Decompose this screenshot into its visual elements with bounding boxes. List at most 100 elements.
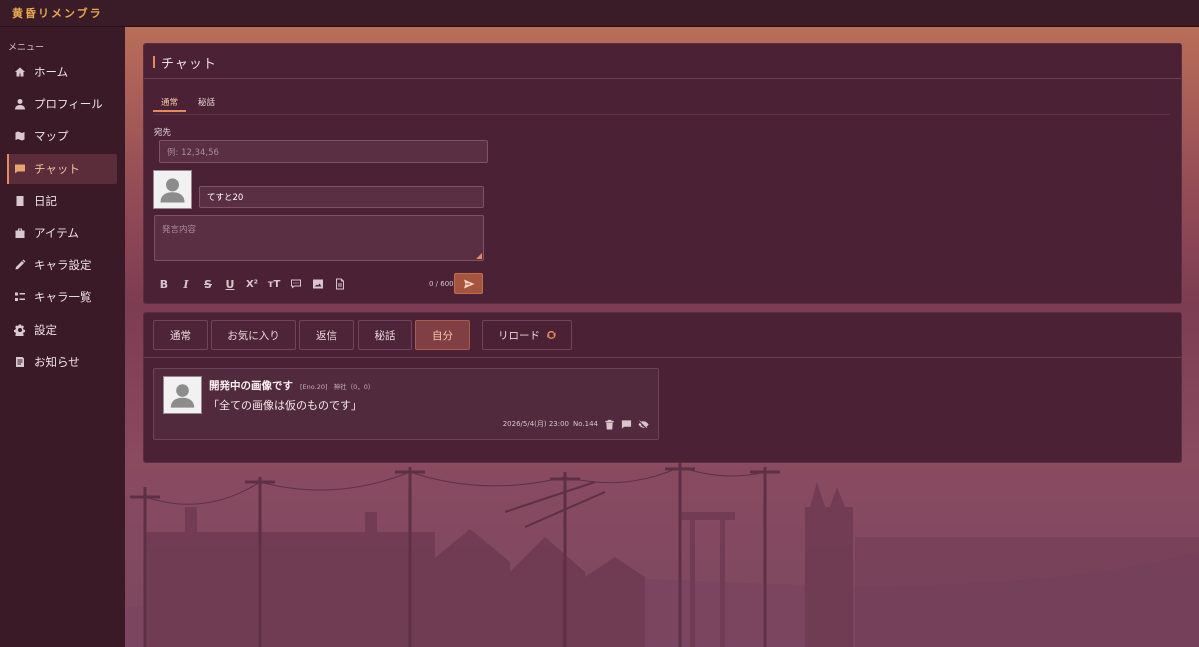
comment-icon [621,419,631,429]
message-avatar[interactable] [163,376,202,414]
message-footer: 2026/5/4(月) 23:00 No.144 [503,418,649,430]
site-logo[interactable]: 黄昏リメンブラ [12,5,103,21]
filter-secret[interactable]: 秘話 [358,320,412,350]
news-icon [13,355,27,369]
message-author[interactable]: 開発中の画像です [209,378,293,393]
home-icon [13,65,27,79]
image-button[interactable] [310,276,326,292]
sidebar-item-home[interactable]: ホーム [7,57,117,87]
chat-panel: チャット 通常 秘話 宛先 例: 12,34,56 てすと20 発言内容 B I… [143,43,1182,304]
sidebar-item-label: キャラ設定 [34,258,92,273]
message-text: 「全ての画像は仮のものです」 [208,399,362,412]
sidebar-item-label: 日記 [34,193,57,208]
reload-button[interactable]: リロード [482,320,572,350]
gear-icon [13,323,27,337]
filter-normal[interactable]: 通常 [153,320,208,350]
bag-icon [13,226,27,240]
filter-favorites[interactable]: お気に入り [211,320,296,350]
sidebar-item-diary[interactable]: 日記 [7,186,117,216]
italic-icon: I [183,277,189,291]
sidebar: メニュー ホーム プロフィール マップ チャット 日記 アイテム キャラ設定 キ… [0,27,125,647]
main-area: チャット 通常 秘話 宛先 例: 12,34,56 てすと20 発言内容 B I… [125,27,1199,647]
destination-placeholder: 例: 12,34,56 [167,147,219,158]
sidebar-item-label: キャラ一覧 [34,290,92,305]
refresh-icon [547,330,556,339]
underline-icon: U [225,277,235,291]
header-accent-bar [153,56,155,68]
eye-off-icon [637,419,649,428]
message-timestamp: 2026/5/4(月) 23:00 [502,420,570,428]
bold-icon: B [159,277,169,291]
destination-label: 宛先 [154,128,172,138]
text-size-button[interactable]: тT [266,276,282,292]
chat-mode-tabs: 通常 秘話 [152,93,1170,115]
message-eno[interactable]: [Eno.20] [300,383,328,391]
avatar-placeholder-icon [154,171,191,208]
sidebar-item-label: プロフィール [34,97,103,112]
name-input[interactable]: てすと20 [199,186,484,208]
chat-icon [13,162,27,176]
sidebar-item-character-settings[interactable]: キャラ設定 [7,250,117,280]
chat-log-panel: 通常 お気に入り 返信 秘話 自分 リロード 開発中の画像です [Eno.20]… [143,312,1182,463]
page-title: チャット [161,57,217,72]
reload-label: リロード [498,329,540,342]
bold-button[interactable]: B [156,276,172,292]
sidebar-item-label: マップ [34,129,69,144]
italic-button[interactable]: I [178,276,194,292]
tab-normal[interactable]: 通常 [152,96,187,112]
superscript-icon: X² [245,278,259,290]
speech-bubble-button[interactable] [288,276,304,292]
sidebar-item-settings[interactable]: 設定 [7,315,117,345]
sidebar-item-news[interactable]: お知らせ [7,347,117,377]
tab-secret[interactable]: 秘話 [198,96,215,108]
sidebar-item-label: お知らせ [34,354,80,369]
avatar-placeholder-icon [164,377,201,413]
top-bar: 黄昏リメンブラ [0,0,1199,27]
format-toolbar: B I S U X² тT [156,276,354,292]
user-icon [13,97,27,111]
send-button[interactable] [454,273,483,294]
map-icon [13,129,27,143]
sidebar-item-label: 設定 [34,322,57,337]
sidebar-item-label: チャット [34,161,80,176]
poster-avatar[interactable] [153,170,192,209]
speech-bubble-icon [291,279,301,289]
town-silhouette [125,462,1199,647]
superscript-button[interactable]: X² [244,276,260,292]
message-meta: [Eno.20] 神社（0，0） [300,381,374,391]
sidebar-item-items[interactable]: アイテム [7,218,117,248]
list-icon [13,290,27,304]
message-number[interactable]: No.144 [573,420,598,428]
sidebar-nav: ホーム プロフィール マップ チャット 日記 アイテム キャラ設定 キャラ一覧 [7,57,117,379]
filter-replies[interactable]: 返信 [299,320,354,350]
book-icon [13,194,27,208]
sidebar-item-character-list[interactable]: キャラ一覧 [7,282,117,312]
text-size-icon: тT [267,278,281,290]
sidebar-item-chat[interactable]: チャット [7,153,117,184]
message-location: 神社（0，0） [333,383,375,391]
image-icon [313,279,323,289]
strikethrough-button[interactable]: S [200,276,216,292]
underline-button[interactable]: U [222,276,238,292]
hide-button[interactable] [637,418,649,430]
character-counter: 0 / 600 [429,280,454,288]
filter-self[interactable]: 自分 [415,320,470,350]
pencil-icon [13,258,27,272]
sidebar-item-label: アイテム [34,225,79,240]
sidebar-item-map[interactable]: マップ [7,121,117,151]
chat-panel-header: チャット [144,44,1181,79]
document-button[interactable] [332,276,348,292]
send-icon [463,279,474,288]
message-textarea[interactable]: 発言内容 [154,215,484,261]
sidebar-item-profile[interactable]: プロフィール [7,89,117,119]
destination-input[interactable]: 例: 12,34,56 [159,140,488,163]
strikethrough-icon: S [204,277,212,291]
menu-heading: メニュー [8,43,45,53]
message-placeholder: 発言内容 [162,225,197,235]
sidebar-item-label: ホーム [34,65,69,79]
trash-icon [604,419,614,430]
document-icon [336,278,344,290]
delete-button[interactable] [603,418,615,430]
message-card: 開発中の画像です [Eno.20] 神社（0，0） 「全ての画像は仮のものです」… [153,368,659,440]
reply-button[interactable] [620,418,632,430]
